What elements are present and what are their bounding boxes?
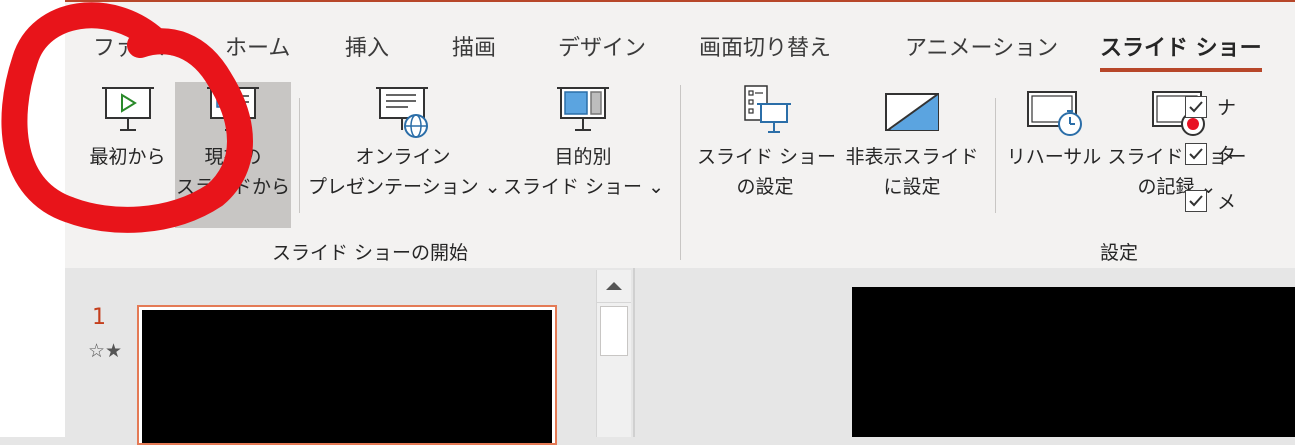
hide-slide-label-line2: に設定 [883,176,941,198]
group-separator [680,85,681,260]
online-presentation-button[interactable]: オンライン プレゼンテーション ⌄ [308,82,501,228]
hide-slide-icon [885,93,939,131]
play-screen-icon [101,87,154,131]
start-group-label: スライド ショーの開始 [272,242,469,264]
setup-slideshow-icon [744,85,791,133]
checkbox-narration[interactable] [1185,96,1207,118]
checkbox-label-3: メ [1217,191,1237,213]
scroll-thumb[interactable] [600,306,628,356]
custom-slideshow-icon [557,87,609,131]
online-presentation-icon [376,87,428,138]
tab-animations[interactable]: アニメーション [905,30,1058,62]
tab-design[interactable]: デザイン [558,30,646,62]
slide-thumbnail-content [142,310,552,443]
online-label-line1: オンライン [355,146,451,168]
from-current-label-line2: スライドから [175,176,290,198]
from-beginning-button[interactable]: 最初から [80,82,175,228]
animation-star-icon: ☆★ [88,340,123,362]
tab-draw[interactable]: 描画 [452,30,496,62]
rehearse-timings-button[interactable]: リハーサル [1003,82,1105,228]
from-current-button[interactable]: 現在の スライドから [175,82,291,228]
checkmark-icon [1189,148,1203,160]
slide-number: 1 [92,305,106,330]
rehearse-label: リハーサル [1006,146,1102,168]
setup-label-line1: スライド ショー [697,146,837,168]
setup-slideshow-button[interactable]: スライド ショー の設定 [697,82,837,228]
setup-label-line2: の設定 [736,176,794,198]
checkbox-media-controls[interactable] [1185,190,1207,212]
slide-thumbnail[interactable] [137,305,557,445]
scroll-up-button[interactable] [597,270,631,303]
tab-file[interactable]: ファイル [93,30,181,62]
ribbon-tabs: ファイル ホーム 挿入 描画 デザイン 画面切り替え アニメーション スライド … [65,24,1295,72]
hide-slide-label-line1: 非表示スライド [845,146,979,168]
checkbox-label-1: ナ [1217,97,1237,119]
setup-group-label: 設定 [1100,242,1139,264]
checkmark-icon [1189,195,1203,207]
rehearse-timer-icon [1027,91,1082,136]
group-separator [995,98,996,213]
checkmark-icon [1189,101,1203,113]
custom-label-line1: 目的別 [554,146,612,168]
from-beginning-label: 最初から [89,146,166,168]
online-label-line2: プレゼンテーション ⌄ [308,176,501,198]
custom-slideshow-button[interactable]: 目的別 スライド ショー ⌄ [503,82,664,228]
group-separator [299,98,300,213]
from-current-label-line1: 現在の [204,146,262,168]
tab-insert[interactable]: 挿入 [345,30,389,62]
checkbox-label-2: タ [1217,144,1237,166]
custom-label-line2: スライド ショー ⌄ [503,176,664,198]
main-slide-canvas[interactable] [852,287,1295,437]
tab-slideshow[interactable]: スライド ショー [1100,30,1262,72]
tab-home[interactable]: ホーム [225,30,290,62]
checkbox-timings[interactable] [1185,143,1207,165]
tab-transitions[interactable]: 画面切り替え [699,30,831,62]
hide-slide-button[interactable]: 非表示スライド に設定 [838,82,986,228]
window-edge [0,0,65,437]
arrow-up-icon [606,282,622,290]
current-slide-screen-icon [207,87,259,131]
thumbnail-scrollbar[interactable] [596,270,631,437]
